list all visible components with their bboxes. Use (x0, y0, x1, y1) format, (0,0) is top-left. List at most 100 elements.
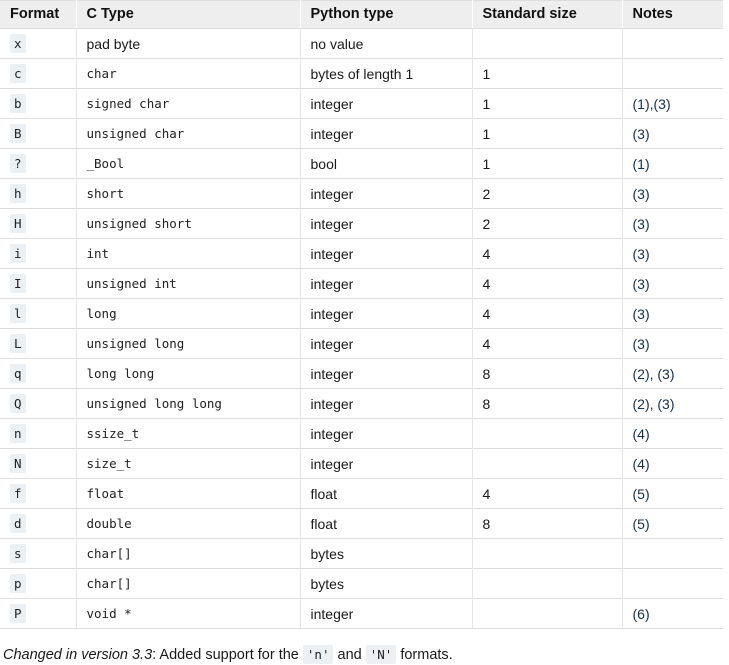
standard-size-value: 8 (482, 395, 491, 412)
cell-standard-size: 8 (472, 508, 623, 539)
python-type-value: float (310, 515, 337, 532)
format-char: c (10, 64, 26, 83)
c-type-value: char[] (86, 546, 132, 561)
cell-c-type: unsigned char (76, 118, 301, 149)
note-reference[interactable]: (5) (633, 486, 650, 502)
cell-format: f (0, 478, 77, 509)
c-type-value: _Bool (86, 156, 125, 171)
python-type-value: integer (310, 365, 354, 382)
table-header-row: Format C Type Python type Standard size … (0, 0, 723, 29)
cell-c-type: unsigned int (76, 268, 301, 299)
struct-format-reference-page: Format C Type Python type Standard size … (0, 0, 729, 664)
cell-format: Q (0, 388, 77, 419)
cell-format: c (0, 58, 77, 89)
note-reference[interactable]: (6) (633, 606, 650, 622)
cell-c-type: unsigned long (76, 328, 301, 359)
cell-python-type: bytes of length 1 (300, 58, 473, 89)
cell-c-type: void * (76, 598, 301, 629)
table-row: n ssize_t integer (4) (0, 418, 723, 449)
column-header-standard-size: Standard size (472, 0, 623, 29)
cell-python-type: integer (300, 358, 473, 389)
note-reference[interactable]: (3) (633, 186, 650, 202)
python-type-value: no value (310, 35, 364, 52)
note-reference[interactable]: (1) (633, 156, 650, 172)
cell-notes: (6) (622, 598, 723, 629)
cell-notes: (2), (3) (622, 358, 723, 389)
cell-c-type: double (76, 508, 301, 539)
cell-standard-size (472, 538, 623, 569)
table-row: d double float 8 (5) (0, 508, 723, 539)
note-reference[interactable]: (3) (633, 126, 650, 142)
note-reference[interactable]: (3) (633, 306, 650, 322)
c-type-value: float (86, 486, 125, 501)
note-reference[interactable]: (4) (633, 456, 650, 472)
table-row: i int integer 4 (3) (0, 238, 723, 269)
version-changed-text-middle: and (333, 647, 366, 663)
note-reference[interactable]: (3) (633, 216, 650, 232)
c-type-value: ssize_t (86, 426, 140, 441)
cell-format: d (0, 508, 77, 539)
format-char: p (10, 574, 26, 593)
cell-c-type: pad byte (76, 28, 301, 59)
cell-standard-size: 1 (472, 148, 623, 179)
note-reference[interactable]: (2), (3) (633, 396, 675, 412)
format-char: l (10, 304, 26, 323)
table-row: s char[] bytes (0, 538, 723, 569)
table-row: p char[] bytes (0, 568, 723, 599)
cell-standard-size: 4 (472, 268, 623, 299)
column-header-format: Format (0, 0, 77, 29)
c-type-value: void * (86, 606, 132, 621)
note-reference[interactable]: (2), (3) (633, 366, 675, 382)
cell-python-type: float (300, 508, 473, 539)
note-reference[interactable]: (5) (633, 516, 650, 532)
c-type-value: unsigned int (86, 276, 177, 291)
cell-standard-size: 1 (472, 58, 623, 89)
cell-format: I (0, 268, 77, 299)
cell-standard-size: 4 (472, 478, 623, 509)
standard-size-value: 8 (482, 515, 491, 532)
struct-format-table: Format C Type Python type Standard size … (0, 0, 723, 629)
table-header: Format C Type Python type Standard size … (0, 0, 723, 29)
column-header-python-type: Python type (300, 0, 473, 29)
python-type-value: integer (310, 215, 354, 232)
cell-python-type: bytes (300, 568, 473, 599)
cell-c-type: unsigned short (76, 208, 301, 239)
note-reference[interactable]: (3) (633, 276, 650, 292)
cell-notes: (4) (622, 448, 723, 479)
format-char: L (10, 334, 26, 353)
note-reference[interactable]: (1),(3) (633, 96, 671, 112)
c-type-value: short (86, 186, 125, 201)
table-row: Bunsigned char integer 1 (3) (0, 118, 723, 149)
note-reference[interactable]: (3) (633, 246, 650, 262)
c-type-value: unsigned long long (86, 396, 222, 411)
standard-size-value: 2 (482, 215, 491, 232)
note-reference[interactable]: (4) (633, 426, 650, 442)
python-type-value: bytes of length 1 (310, 65, 414, 82)
cell-format: b (0, 88, 77, 119)
c-type-value: int (86, 246, 110, 261)
cell-standard-size (472, 568, 623, 599)
cell-notes: (3) (622, 268, 723, 299)
cell-python-type: integer (300, 388, 473, 419)
python-type-value: float (310, 485, 337, 502)
cell-standard-size: 8 (472, 358, 623, 389)
standard-size-value: 4 (482, 485, 491, 502)
cell-format: B (0, 118, 77, 149)
cell-c-type: _Bool (76, 148, 301, 179)
python-type-value: integer (310, 185, 354, 202)
version-changed-text-before: Added support for the (159, 647, 303, 663)
note-reference[interactable]: (3) (633, 336, 650, 352)
format-char: B (10, 124, 26, 143)
format-char: x (10, 34, 26, 53)
c-type-value: char (86, 66, 117, 81)
python-type-value: integer (310, 395, 354, 412)
cell-python-type: integer (300, 598, 473, 629)
python-type-value: bytes (310, 575, 344, 592)
python-type-value: integer (310, 305, 354, 322)
cell-standard-size: 4 (472, 328, 623, 359)
c-type-value: long long (86, 366, 155, 381)
cell-c-type: long (76, 298, 301, 329)
standard-size-value: 1 (482, 95, 491, 112)
cell-notes (622, 568, 723, 599)
cell-python-type: integer (300, 238, 473, 269)
